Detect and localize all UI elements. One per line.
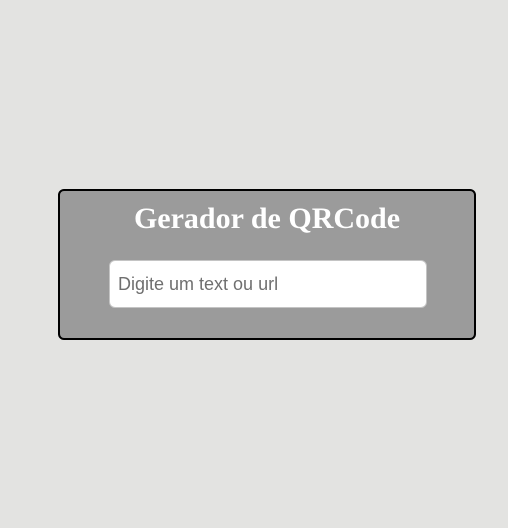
page-title: Gerador de QRCode [133,202,401,235]
text-or-url-input[interactable] [109,260,427,308]
qrcode-generator-card: Gerador de QRCode [58,189,476,340]
